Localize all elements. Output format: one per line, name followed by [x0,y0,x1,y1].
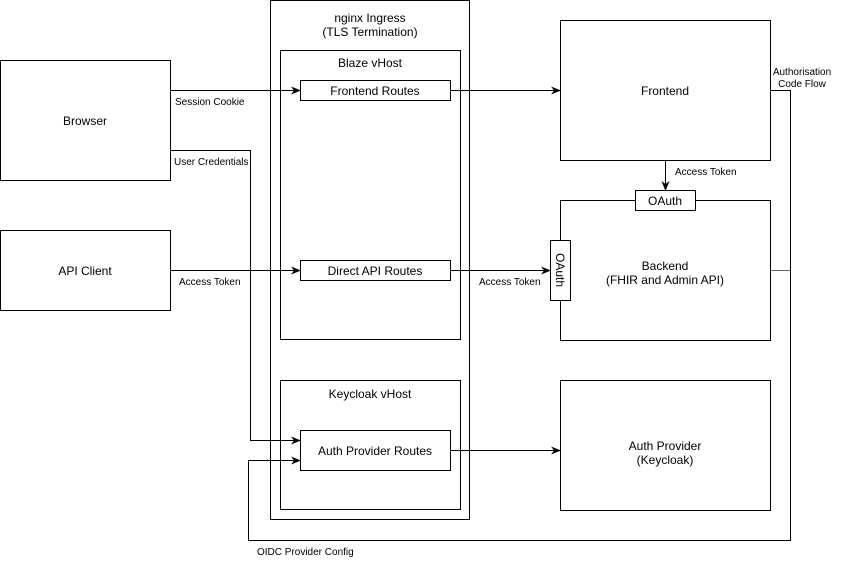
session-cookie-label: Session Cookie [175,97,245,108]
api-access-token-label: Access Token [179,277,241,288]
architecture-diagram: nginx Ingress (TLS Termination) Blaze vH… [0,0,831,558]
oauth-top-label: OAuth [648,194,682,208]
blaze-vhost-title: Blaze vHost [338,56,403,70]
api-client-label: API Client [58,264,112,278]
user-credentials-label: User Credentials [174,157,248,168]
auth-provider-routes-node: Auth Provider Routes [300,430,451,471]
api-client-node: API Client [0,230,171,311]
frontend-access-token-label: Access Token [675,167,737,178]
backend-node: Backend (FHIR and Admin API) [560,200,771,341]
frontend-label: Frontend [641,84,689,98]
auth-code-flow-label-2: Code Flow [778,79,827,90]
backend-sublabel: (FHIR and Admin API) [606,273,724,287]
backend-label: Backend [642,259,689,273]
frontend-node: Frontend [560,20,771,161]
oauth-left-label: OAuth [553,253,567,287]
direct-api-routes-node: Direct API Routes [300,260,451,281]
frontend-routes-node: Frontend Routes [300,80,451,101]
auth-provider-label: Auth Provider [629,439,702,453]
direct-api-routes-label: Direct API Routes [328,264,423,278]
oauth-top-node: OAuth [635,190,696,211]
browser-node: Browser [0,60,171,181]
auth-provider-sublabel: (Keycloak) [637,453,694,467]
auth-provider-routes-label: Auth Provider Routes [318,444,432,458]
nginx-subtitle: (TLS Termination) [322,25,417,39]
browser-label: Browser [63,114,107,128]
keycloak-vhost-title: Keycloak vHost [329,387,412,401]
auth-provider-node: Auth Provider (Keycloak) [560,380,771,511]
oauth-left-node: OAuth [550,240,571,301]
direct-access-token-label: Access Token [479,277,541,288]
frontend-routes-label: Frontend Routes [330,84,419,98]
auth-code-flow-label: Authorisation [773,67,831,78]
nginx-title: nginx Ingress [334,11,405,25]
oidc-config-label: OIDC Provider Config [257,547,354,558]
